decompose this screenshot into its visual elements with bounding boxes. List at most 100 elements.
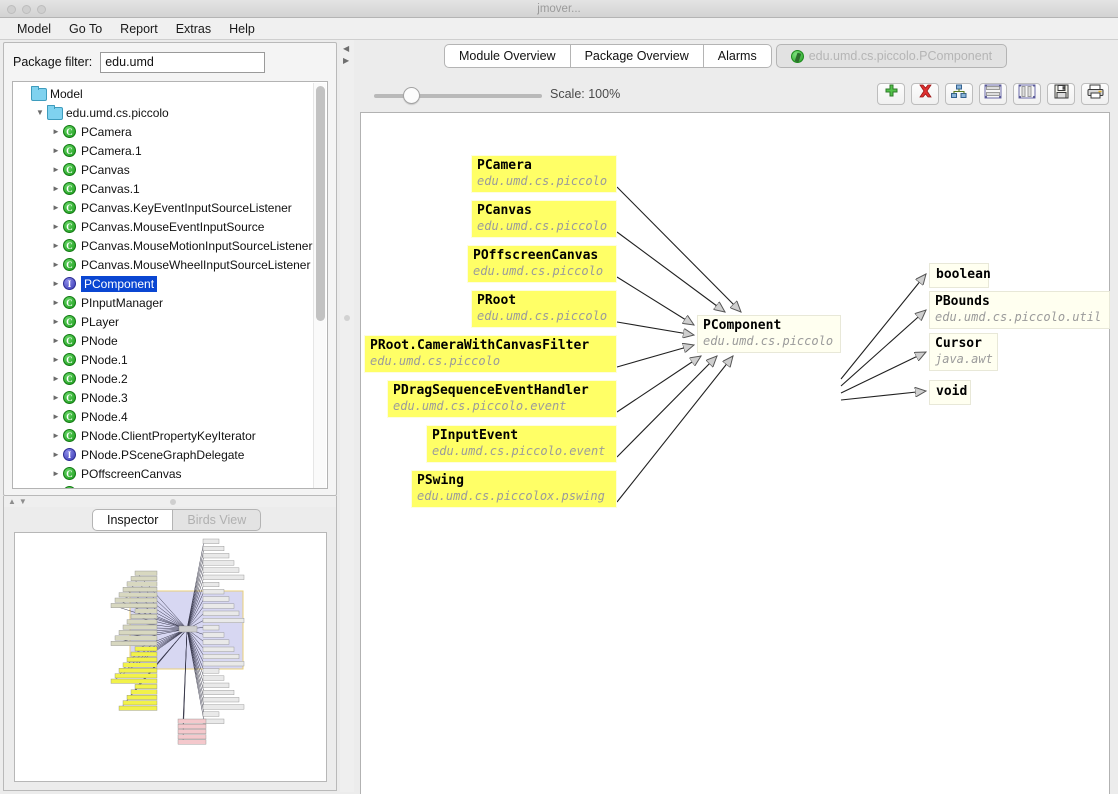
tree-node-label[interactable]: edu.umd.cs.piccolo xyxy=(66,106,169,120)
diagram-node-pcwcf[interactable]: PRoot.CameraWithCanvasFilter edu.umd.cs.p… xyxy=(364,335,617,373)
tree-node-label[interactable]: PNode.2 xyxy=(81,372,128,386)
splitter-left-arrow-icon[interactable]: ◀ xyxy=(343,44,349,53)
tree-node-label[interactable]: PNode.ClientPropertyKeyIterator xyxy=(81,429,256,443)
twisty-collapsed-icon[interactable]: ► xyxy=(49,431,63,440)
horizontal-layout-button[interactable] xyxy=(979,83,1007,105)
class-diagram-canvas[interactable]: PCamera edu.umd.cs.piccolo PCanvas edu.umd.… xyxy=(360,112,1110,794)
twisty-collapsed-icon[interactable]: ► xyxy=(49,469,63,478)
diagram-node-cursor[interactable]: Cursor java.awt xyxy=(929,333,998,371)
tree-node-label[interactable]: PCamera xyxy=(81,125,132,139)
left-horizontal-splitter[interactable]: ▲▼ xyxy=(3,496,337,507)
tree-row[interactable]: ► C PNode xyxy=(13,331,313,350)
tree-scrollbar-thumb[interactable] xyxy=(316,86,325,321)
diagram-node-void[interactable]: void xyxy=(929,380,971,405)
main-vertical-splitter[interactable]: ◀ ▶ xyxy=(340,40,354,792)
tree-row[interactable]: ► C PCanvas xyxy=(13,160,313,179)
tree-row[interactable]: Model xyxy=(13,84,313,103)
delete-button[interactable] xyxy=(911,83,939,105)
tree-node-label[interactable]: PCanvas.KeyEventInputSourceListener xyxy=(81,201,292,215)
splitter-collapse-arrows-icon[interactable]: ▲▼ xyxy=(8,497,30,506)
twisty-collapsed-icon[interactable]: ► xyxy=(49,488,63,489)
package-filter-input[interactable] xyxy=(100,51,266,73)
add-button[interactable] xyxy=(877,83,905,105)
tree-row[interactable]: ► C PCanvas.MouseEventInputSource xyxy=(13,217,313,236)
vertical-splitter-grip[interactable] xyxy=(344,315,350,321)
tree-node-label[interactable]: PNode.4 xyxy=(81,410,128,424)
twisty-collapsed-icon[interactable]: ► xyxy=(49,412,63,421)
tree-row[interactable]: ► I PNode.PSceneGraphDelegate xyxy=(13,445,313,464)
tree-scrollbar[interactable] xyxy=(313,83,326,488)
tree-node-label[interactable]: PNode.PSceneGraphDelegate xyxy=(81,448,244,462)
twisty-collapsed-icon[interactable]: ► xyxy=(49,317,63,326)
tree-row[interactable]: ► C POffscreenCanvas xyxy=(13,464,313,483)
tree-node-label[interactable]: PNode.1 xyxy=(81,353,128,367)
tree-row[interactable]: ► C PNode.1 xyxy=(13,350,313,369)
tree-node-label[interactable]: Model xyxy=(50,87,83,101)
tree-row[interactable]: ► C PLayer xyxy=(13,312,313,331)
tree-node-label[interactable]: PCanvas.MouseMotionInputSourceListener xyxy=(81,239,312,253)
twisty-collapsed-icon[interactable]: ► xyxy=(49,336,63,345)
tree-row[interactable]: ► C PInputManager xyxy=(13,293,313,312)
menu-item-extras[interactable]: Extras xyxy=(167,20,220,38)
twisty-collapsed-icon[interactable]: ► xyxy=(49,298,63,307)
diagram-node-poffsc[interactable]: POffscreenCanvas edu.umd.cs.piccolo xyxy=(467,245,617,283)
twisty-collapsed-icon[interactable]: ► xyxy=(49,127,63,136)
tree-node-label[interactable]: PComponent xyxy=(81,275,158,292)
vertical-layout-button[interactable] xyxy=(1013,83,1041,105)
menu-item-model[interactable]: Model xyxy=(8,20,60,38)
birds-view-thumbnail[interactable] xyxy=(14,532,327,782)
tree-row[interactable]: ► C PCamera xyxy=(13,122,313,141)
tree-row[interactable]: ► C PCanvas.1 xyxy=(13,179,313,198)
twisty-collapsed-icon[interactable]: ► xyxy=(49,165,63,174)
twisty-collapsed-icon[interactable]: ► xyxy=(49,393,63,402)
splitter-right-arrow-icon[interactable]: ▶ xyxy=(343,56,349,65)
inspector-tab-birds-view[interactable]: Birds View xyxy=(173,509,262,531)
twisty-collapsed-icon[interactable]: ► xyxy=(49,241,63,250)
menu-item-report[interactable]: Report xyxy=(111,20,167,38)
twisty-collapsed-icon[interactable]: ► xyxy=(49,203,63,212)
tab-module-overview[interactable]: Module Overview xyxy=(444,44,570,68)
tree-row[interactable]: ▼ edu.umd.cs.piccolo xyxy=(13,103,313,122)
tree-node-label[interactable]: PInputManager xyxy=(81,296,163,310)
tree-node-label[interactable]: PCanvas xyxy=(81,163,130,177)
tree-row[interactable]: ► I PComponent xyxy=(13,274,313,293)
diagram-node-pswing[interactable]: PSwing edu.umd.cs.piccolox.pswing xyxy=(411,470,617,508)
twisty-collapsed-icon[interactable]: ► xyxy=(49,222,63,231)
tree-row[interactable]: ► C PCanvas.KeyEventInputSourceListener xyxy=(13,198,313,217)
diagram-node-pcomp[interactable]: PComponent edu.umd.cs.piccolo xyxy=(697,315,841,353)
twisty-collapsed-icon[interactable]: ► xyxy=(49,146,63,155)
model-tree[interactable]: Model ▼ edu.umd.cs.piccolo ► C PCamera ► C PCame… xyxy=(12,81,328,489)
twisty-collapsed-icon[interactable]: ► xyxy=(49,374,63,383)
menu-item-help[interactable]: Help xyxy=(220,20,264,38)
diagram-node-pcamera[interactable]: PCamera edu.umd.cs.piccolo xyxy=(471,155,617,193)
twisty-expanded-icon[interactable]: ▼ xyxy=(33,108,47,117)
tab-alarms[interactable]: Alarms xyxy=(702,44,772,68)
diagram-node-pbounds[interactable]: PBounds edu.umd.cs.piccolo.util xyxy=(929,291,1110,329)
print-button[interactable] xyxy=(1081,83,1109,105)
inspector-tab-inspector[interactable]: Inspector xyxy=(92,509,174,531)
tree-row[interactable]: ► C PCanvas.MouseWheelInputSourceListener xyxy=(13,255,313,274)
twisty-collapsed-icon[interactable]: ► xyxy=(49,260,63,269)
tree-node-label[interactable]: PCanvas.MouseEventInputSource xyxy=(81,220,264,234)
tree-node-label[interactable]: PCanvas.1 xyxy=(81,182,140,196)
twisty-collapsed-icon[interactable]: ► xyxy=(49,355,63,364)
tree-node-label[interactable]: PRoot xyxy=(81,486,114,489)
tab-package-overview[interactable]: Package Overview xyxy=(569,44,703,68)
diagram-node-proot[interactable]: PRoot edu.umd.cs.piccolo xyxy=(471,290,617,328)
tree-row[interactable]: ► C PNode.4 xyxy=(13,407,313,426)
tab-edu-umd-cs-piccolo-pcomponent[interactable]: edu.umd.cs.piccolo.PComponent xyxy=(775,44,1008,68)
splitter-grip[interactable] xyxy=(170,499,176,505)
tree-row[interactable]: ► C PCanvas.MouseMotionInputSourceListener xyxy=(13,236,313,255)
zoom-slider-knob[interactable] xyxy=(402,87,420,104)
twisty-collapsed-icon[interactable]: ► xyxy=(49,279,63,288)
tree-row[interactable]: ► C PNode.2 xyxy=(13,369,313,388)
tree-node-label[interactable]: PCamera.1 xyxy=(81,144,142,158)
tree-row[interactable]: ► C PNode.ClientPropertyKeyIterator xyxy=(13,426,313,445)
save-button[interactable] xyxy=(1047,83,1075,105)
tree-node-label[interactable]: PNode xyxy=(81,334,118,348)
zoom-slider[interactable] xyxy=(374,87,542,104)
twisty-collapsed-icon[interactable]: ► xyxy=(49,450,63,459)
diagram-node-pinput[interactable]: PInputEvent edu.umd.cs.piccolo.event xyxy=(426,425,617,463)
tree-row[interactable]: ► C PNode.3 xyxy=(13,388,313,407)
tree-node-label[interactable]: PCanvas.MouseWheelInputSourceListener xyxy=(81,258,310,272)
